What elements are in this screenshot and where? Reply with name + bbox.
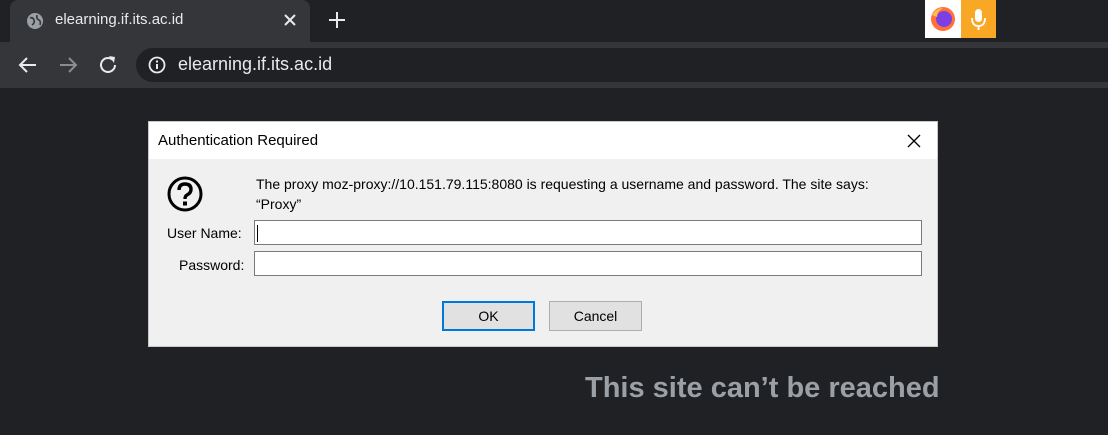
close-icon[interactable] — [903, 130, 925, 152]
tab-strip: elearning.if.its.ac.id — [0, 0, 1108, 42]
extension-area — [925, 0, 996, 38]
microphone-extension[interactable] — [961, 0, 996, 38]
firefox-icon — [931, 7, 955, 31]
arrow-left-icon[interactable] — [16, 53, 40, 77]
browser-tab[interactable]: elearning.if.its.ac.id — [10, 0, 310, 42]
arrow-right-icon[interactable] — [56, 53, 80, 77]
username-field[interactable] — [254, 220, 922, 245]
microphone-icon — [971, 9, 986, 30]
error-title: This site can’t be reached — [585, 372, 940, 404]
text-cursor — [257, 225, 258, 242]
plus-icon[interactable] — [326, 9, 348, 31]
dialog-titlebar: Authentication Required — [149, 122, 937, 159]
close-tab-icon[interactable] — [280, 10, 300, 30]
password-field[interactable] — [254, 251, 922, 276]
dialog-title: Authentication Required — [158, 132, 319, 149]
ok-button[interactable]: OK — [442, 301, 535, 331]
info-icon[interactable] — [148, 56, 166, 74]
dialog-message: The proxy moz-proxy://10.151.79.115:8080… — [256, 176, 869, 212]
url-text: elearning.if.its.ac.id — [178, 54, 333, 74]
globe-icon — [27, 13, 43, 29]
browser-toolbar: elearning.if.its.ac.id — [0, 42, 1108, 88]
tab-title: elearning.if.its.ac.id — [55, 11, 184, 28]
address-bar[interactable]: elearning.if.its.ac.id — [136, 48, 1108, 82]
cancel-button[interactable]: Cancel — [549, 301, 642, 331]
firefox-extension[interactable] — [925, 0, 961, 38]
password-label: Password: — [179, 257, 245, 273]
question-icon — [167, 176, 203, 212]
username-label: User Name: — [167, 225, 242, 241]
reload-icon[interactable] — [96, 53, 120, 77]
authentication-dialog: Authentication Required The proxy moz-pr… — [148, 121, 938, 347]
